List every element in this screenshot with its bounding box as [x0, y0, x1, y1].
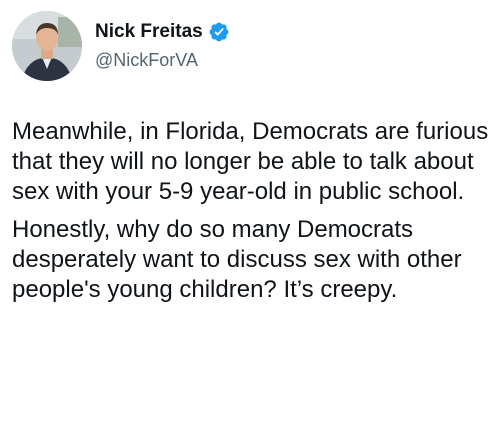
tweet-text: Meanwhile, in Florida, Democrats are fur…: [12, 117, 492, 305]
tweet-card: Nick Freitas @NickForVA Meanwhile, in Fl…: [0, 0, 500, 428]
author-name-row[interactable]: Nick Freitas: [95, 18, 230, 46]
profile-photo: [12, 11, 82, 81]
author-handle[interactable]: @NickForVA: [95, 50, 198, 71]
avatar[interactable]: [12, 11, 82, 81]
author-display-name[interactable]: Nick Freitas: [95, 21, 203, 43]
tweet-paragraph: Meanwhile, in Florida, Democrats are fur…: [12, 118, 489, 205]
tweet-paragraph: Honestly, why do so many Democrats despe…: [12, 216, 462, 303]
verified-badge-icon: [208, 21, 230, 43]
